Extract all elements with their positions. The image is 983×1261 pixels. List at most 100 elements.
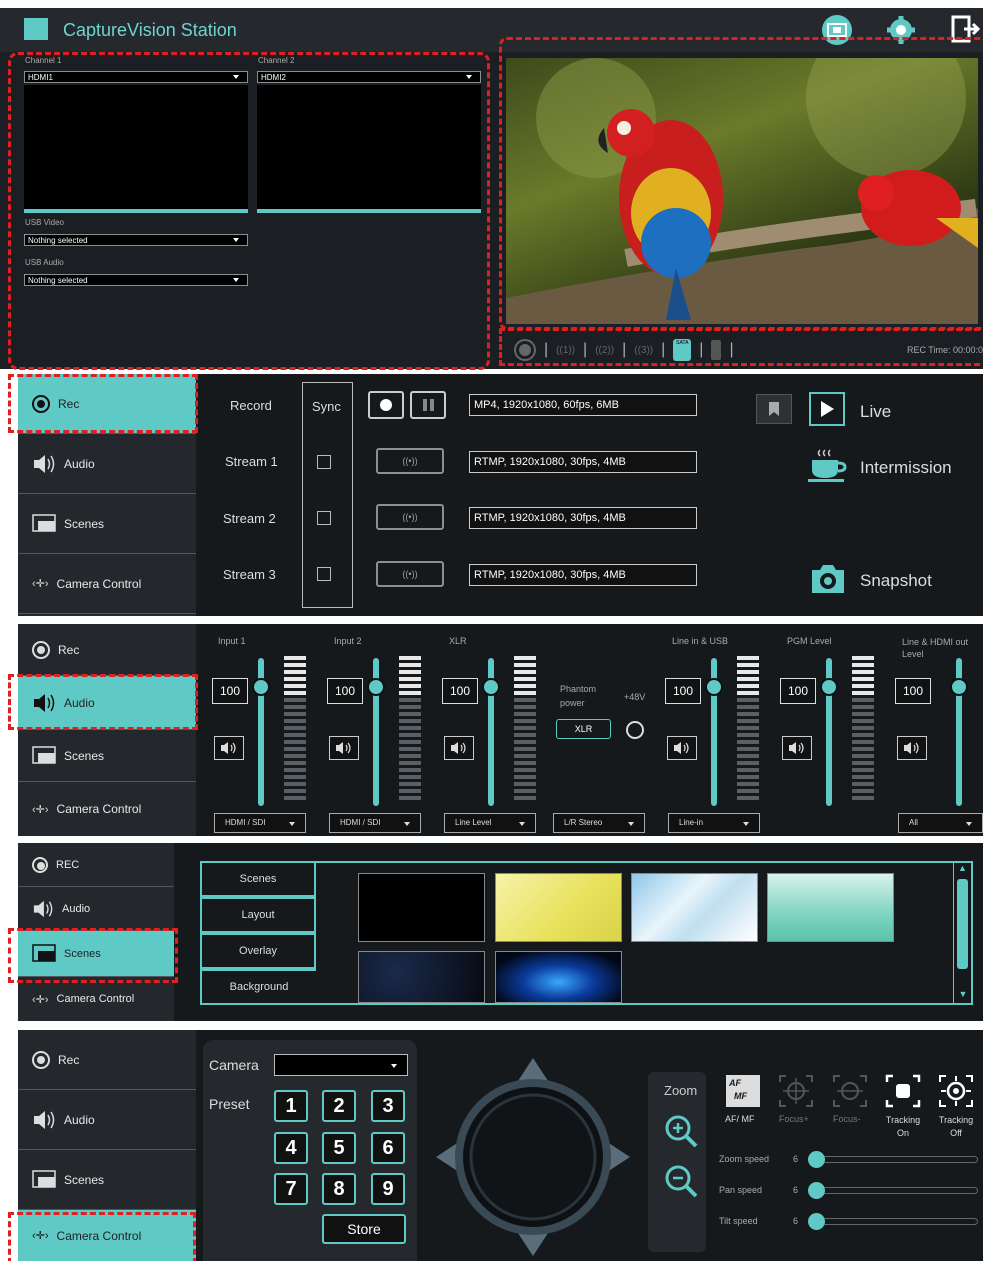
- tab-background[interactable]: Background: [200, 969, 316, 1005]
- volume-slider-knob[interactable]: [482, 678, 500, 696]
- sidebar-item-audio[interactable]: Audio: [18, 676, 196, 730]
- sidebar-item-rec[interactable]: Rec: [18, 624, 196, 676]
- background-thumbnail[interactable]: [358, 873, 485, 942]
- source-select[interactable]: Line Level: [444, 813, 536, 833]
- channel2-select[interactable]: HDMI2: [257, 71, 481, 83]
- volume-slider-knob[interactable]: [252, 678, 270, 696]
- sidebar-item-audio[interactable]: Audio: [18, 887, 174, 931]
- tab-scenes[interactable]: Scenes: [200, 861, 316, 897]
- volume-value[interactable]: 100: [895, 678, 931, 704]
- stream1-button[interactable]: ((•)): [376, 448, 444, 474]
- pause-button[interactable]: [410, 391, 446, 419]
- source-select[interactable]: HDMI / SDI: [214, 813, 306, 833]
- af-mf-icon[interactable]: AF MF: [726, 1075, 760, 1107]
- tab-layout[interactable]: Layout: [200, 897, 316, 933]
- background-thumbnail[interactable]: [767, 873, 894, 942]
- preset-key-1[interactable]: 1: [274, 1090, 308, 1122]
- intermission-label[interactable]: Intermission: [860, 458, 952, 478]
- snapshot-label[interactable]: Snapshot: [860, 571, 932, 591]
- stream3-sync-checkbox[interactable]: [317, 567, 331, 581]
- scroll-down-icon[interactable]: ▼: [954, 989, 972, 1003]
- mute-speaker-icon[interactable]: [444, 736, 474, 760]
- phantom-power-toggle[interactable]: [626, 721, 644, 739]
- usb-video-select[interactable]: Nothing selected: [24, 234, 248, 246]
- source-select[interactable]: All: [898, 813, 983, 833]
- background-thumbnail[interactable]: [358, 951, 485, 1003]
- record-button[interactable]: [368, 391, 404, 419]
- mute-speaker-icon[interactable]: [329, 736, 359, 760]
- background-thumbnail[interactable]: [495, 951, 622, 1003]
- volume-value[interactable]: 100: [442, 678, 478, 704]
- preset-key-4[interactable]: 4: [274, 1132, 308, 1164]
- sidebar-item-camera-control[interactable]: ‹✛› Camera Control: [18, 977, 174, 1021]
- preset-key-6[interactable]: 6: [371, 1132, 405, 1164]
- volume-slider-knob[interactable]: [705, 678, 723, 696]
- gallery-scrollbar[interactable]: ▲ ▼: [953, 863, 971, 1003]
- settings-gear-icon[interactable]: [886, 15, 916, 45]
- tilt-speed-knob[interactable]: [808, 1213, 825, 1230]
- sidebar-item-scenes[interactable]: Scenes: [18, 730, 196, 782]
- volume-value[interactable]: 100: [212, 678, 248, 704]
- mute-speaker-icon[interactable]: [782, 736, 812, 760]
- mute-speaker-icon[interactable]: [897, 736, 927, 760]
- volume-slider-knob[interactable]: [950, 678, 968, 696]
- bookmark-button[interactable]: [756, 394, 792, 424]
- live-button[interactable]: [809, 392, 845, 426]
- scroll-up-icon[interactable]: ▲: [954, 863, 971, 877]
- camera-select[interactable]: [274, 1054, 408, 1076]
- record-format[interactable]: MP4, 1920x1080, 60fps, 6MB: [469, 394, 697, 416]
- xlr-button[interactable]: XLR: [556, 719, 611, 739]
- sidebar-item-scenes[interactable]: Scenes: [18, 931, 174, 977]
- tab-overlay[interactable]: Overlay: [200, 933, 316, 969]
- background-thumbnail[interactable]: [631, 873, 758, 942]
- store-button[interactable]: Store: [322, 1214, 406, 1244]
- preset-key-3[interactable]: 3: [371, 1090, 405, 1122]
- sidebar-item-rec[interactable]: Rec: [18, 1030, 196, 1090]
- sidebar-item-camera-control[interactable]: ‹✛› Camera Control: [18, 554, 196, 614]
- volume-slider-knob[interactable]: [367, 678, 385, 696]
- usb-audio-select[interactable]: Nothing selected: [24, 274, 248, 286]
- scrollbar-thumb[interactable]: [957, 879, 968, 969]
- sidebar-item-audio[interactable]: Audio: [18, 434, 196, 494]
- volume-value[interactable]: 100: [780, 678, 816, 704]
- focus-minus-icon[interactable]: [832, 1074, 868, 1108]
- sidebar-item-rec[interactable]: REC: [18, 843, 174, 887]
- preset-key-2[interactable]: 2: [322, 1090, 356, 1122]
- tracking-on-icon[interactable]: [885, 1074, 921, 1108]
- mute-speaker-icon[interactable]: [214, 736, 244, 760]
- background-thumbnail[interactable]: [495, 873, 622, 942]
- sidebar-item-scenes[interactable]: Scenes: [18, 494, 196, 554]
- zoom-speed-track[interactable]: [813, 1156, 978, 1163]
- stream3-button[interactable]: ((•)): [376, 561, 444, 587]
- exit-icon[interactable]: [950, 14, 981, 44]
- focus-plus-icon[interactable]: [778, 1074, 814, 1108]
- sidebar-item-camera-control[interactable]: ‹✛› Camera Control: [18, 782, 196, 836]
- stream1-format[interactable]: RTMP, 1920x1080, 30fps, 4MB: [469, 451, 697, 473]
- stream1-sync-checkbox[interactable]: [317, 455, 331, 469]
- sidebar-item-scenes[interactable]: Scenes: [18, 1150, 196, 1210]
- tracking-off-icon[interactable]: [938, 1074, 974, 1108]
- source-select[interactable]: HDMI / SDI: [329, 813, 421, 833]
- zoom-speed-knob[interactable]: [808, 1151, 825, 1168]
- sidebar-item-audio[interactable]: Audio: [18, 1090, 196, 1150]
- pan-speed-track[interactable]: [813, 1187, 978, 1194]
- mute-speaker-icon[interactable]: [667, 736, 697, 760]
- preset-key-5[interactable]: 5: [322, 1132, 356, 1164]
- source-select[interactable]: Line-in: [668, 813, 760, 833]
- preset-key-7[interactable]: 7: [274, 1173, 308, 1205]
- stream2-button[interactable]: ((•)): [376, 504, 444, 530]
- zoom-in-icon[interactable]: [664, 1114, 698, 1148]
- volume-value[interactable]: 100: [327, 678, 363, 704]
- stream3-format[interactable]: RTMP, 1920x1080, 30fps, 4MB: [469, 564, 697, 586]
- sidebar-item-rec[interactable]: Rec: [18, 374, 196, 434]
- stream2-format[interactable]: RTMP, 1920x1080, 30fps, 4MB: [469, 507, 697, 529]
- volume-slider-knob[interactable]: [820, 678, 838, 696]
- stereo-select[interactable]: L/R Stereo: [553, 813, 645, 833]
- stream2-sync-checkbox[interactable]: [317, 511, 331, 525]
- snapshot-camera-icon[interactable]: [809, 562, 847, 596]
- volume-value[interactable]: 100: [665, 678, 701, 704]
- channel1-select[interactable]: HDMI1: [24, 71, 248, 83]
- media-library-icon[interactable]: [822, 15, 852, 45]
- zoom-out-icon[interactable]: [664, 1164, 698, 1198]
- preset-key-9[interactable]: 9: [371, 1173, 405, 1205]
